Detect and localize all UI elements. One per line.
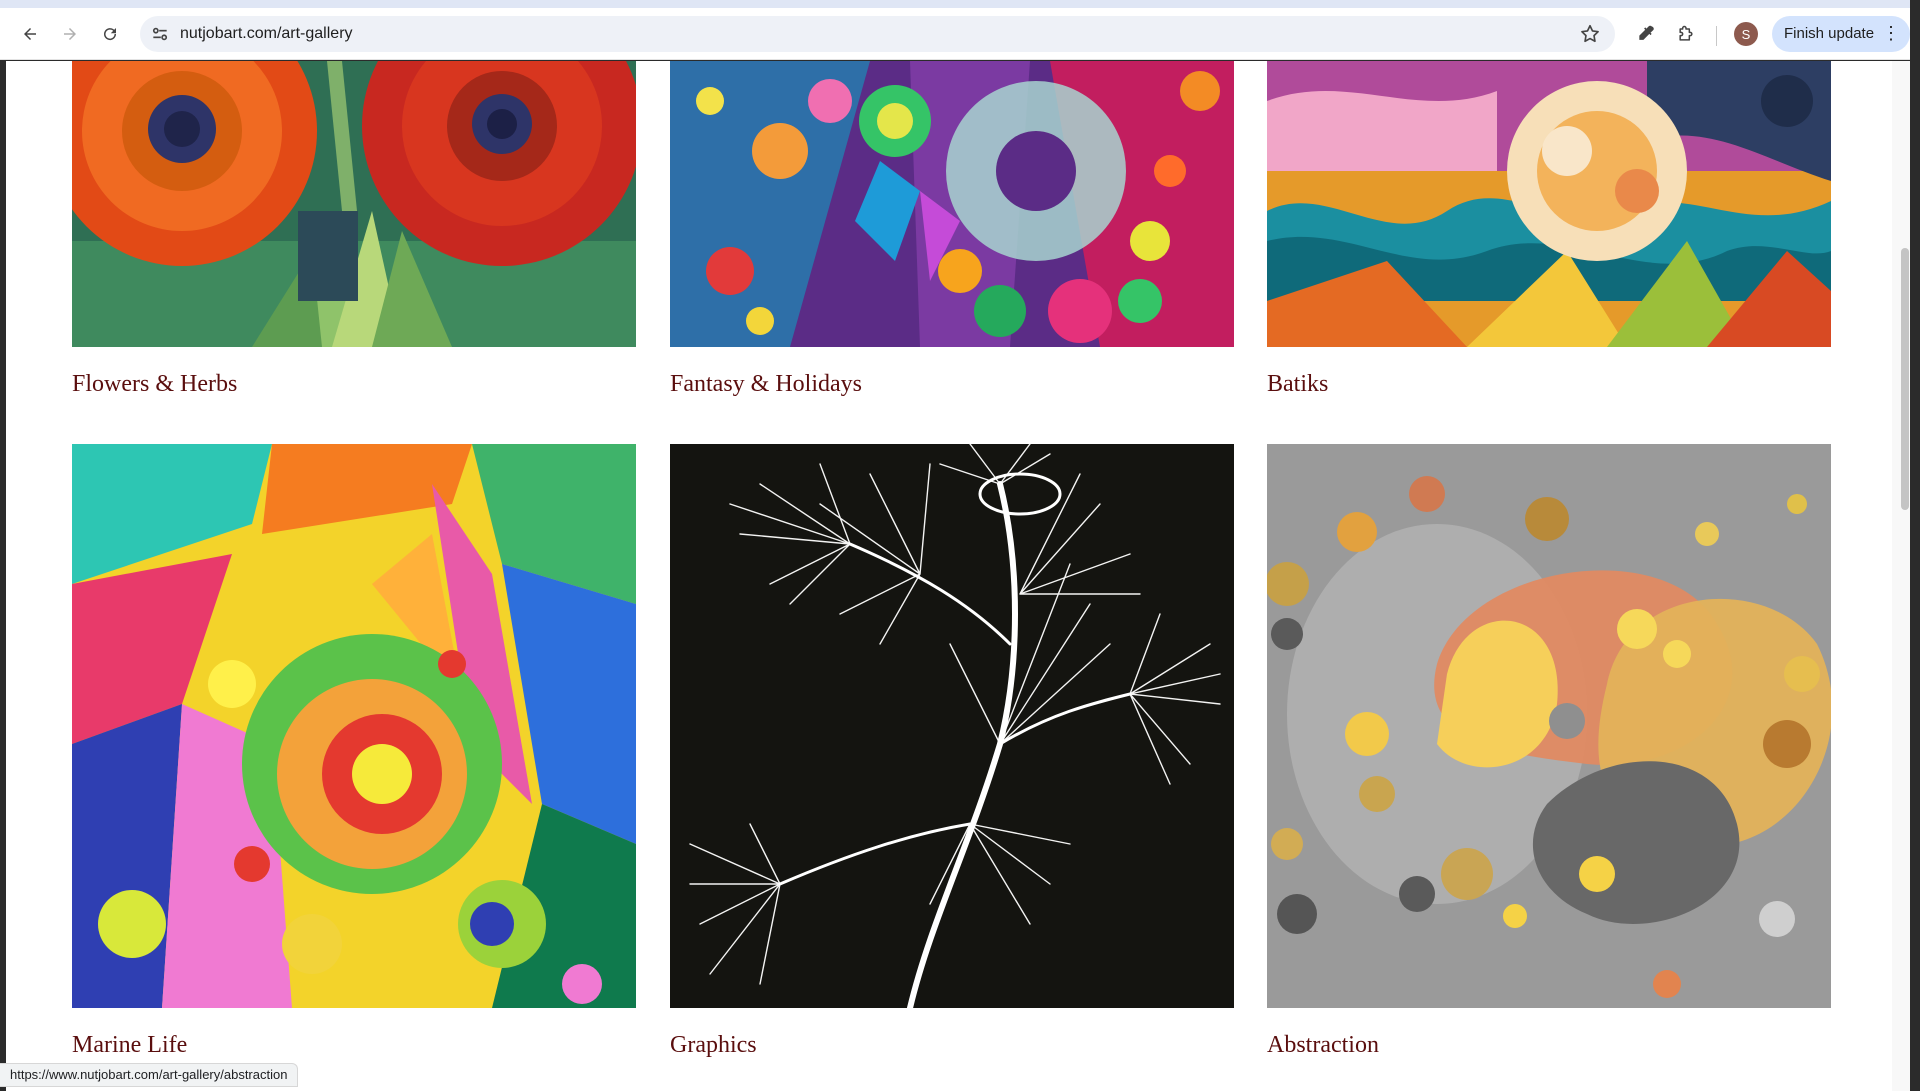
- reload-icon: [104, 28, 117, 41]
- more-menu-icon[interactable]: ⋮: [1882, 23, 1900, 43]
- reload-button[interactable]: [96, 20, 124, 48]
- scrollbar-thumb[interactable]: [1901, 248, 1909, 510]
- bookmark-star-icon[interactable]: [1579, 23, 1601, 45]
- finish-update-label: Finish update: [1784, 25, 1875, 42]
- graphics-image: [670, 444, 1234, 1008]
- profile-avatar[interactable]: S: [1734, 22, 1758, 46]
- arrow-left-icon: [24, 28, 36, 40]
- eyedropper-button[interactable]: [1634, 22, 1658, 46]
- gallery-tile-marine-life[interactable]: [72, 444, 636, 1008]
- gallery-tile-flowers-herbs[interactable]: [72, 61, 636, 347]
- flowers-herbs-image: [72, 61, 636, 347]
- back-button[interactable]: [16, 20, 44, 48]
- gallery-tile-abstraction[interactable]: [1267, 444, 1831, 1008]
- puzzle-icon: [1679, 25, 1693, 41]
- gallery-caption-batiks[interactable]: Batiks: [1267, 371, 1328, 398]
- url-text[interactable]: nutjobart.com/art-gallery: [180, 25, 353, 43]
- gallery-tile-fantasy-holidays[interactable]: [670, 61, 1234, 347]
- tab-strip: [0, 0, 1920, 8]
- finish-update-button[interactable]: Finish update ⋮: [1772, 16, 1910, 52]
- browser-toolbar: nutjobart.com/art-gallery S Finish updat…: [0, 8, 1920, 60]
- site-settings-icon[interactable]: [150, 24, 170, 44]
- extensions-button[interactable]: [1674, 22, 1698, 46]
- gallery-caption-fantasy-holidays[interactable]: Fantasy & Holidays: [670, 371, 862, 398]
- page-scrollbar[interactable]: [1892, 61, 1910, 1091]
- forward-button[interactable]: [56, 20, 84, 48]
- gallery-caption-flowers-herbs[interactable]: Flowers & Herbs: [72, 371, 237, 398]
- gallery-tile-graphics[interactable]: [670, 444, 1234, 1008]
- gallery-caption-graphics[interactable]: Graphics: [670, 1032, 757, 1059]
- gallery-tile-batiks[interactable]: [1267, 61, 1831, 347]
- marine-life-image: [72, 444, 636, 1008]
- fantasy-holidays-image: [670, 61, 1234, 347]
- gallery-caption-abstraction[interactable]: Abstraction: [1267, 1032, 1379, 1059]
- arrow-right-icon: [64, 28, 76, 40]
- gallery-page: Flowers & Herbs Fantasy & Holidays Batik…: [6, 61, 1910, 1091]
- toolbar-divider: [1716, 26, 1717, 46]
- gallery-caption-marine-life[interactable]: Marine Life: [72, 1032, 187, 1059]
- window-edge: [1910, 0, 1920, 1091]
- batiks-image: [1267, 61, 1831, 347]
- eyedropper-icon: [1639, 25, 1654, 40]
- abstraction-image: [1267, 444, 1831, 1008]
- link-status-bubble: https://www.nutjobart.com/art-gallery/ab…: [0, 1063, 299, 1087]
- address-bar[interactable]: nutjobart.com/art-gallery: [140, 16, 1615, 52]
